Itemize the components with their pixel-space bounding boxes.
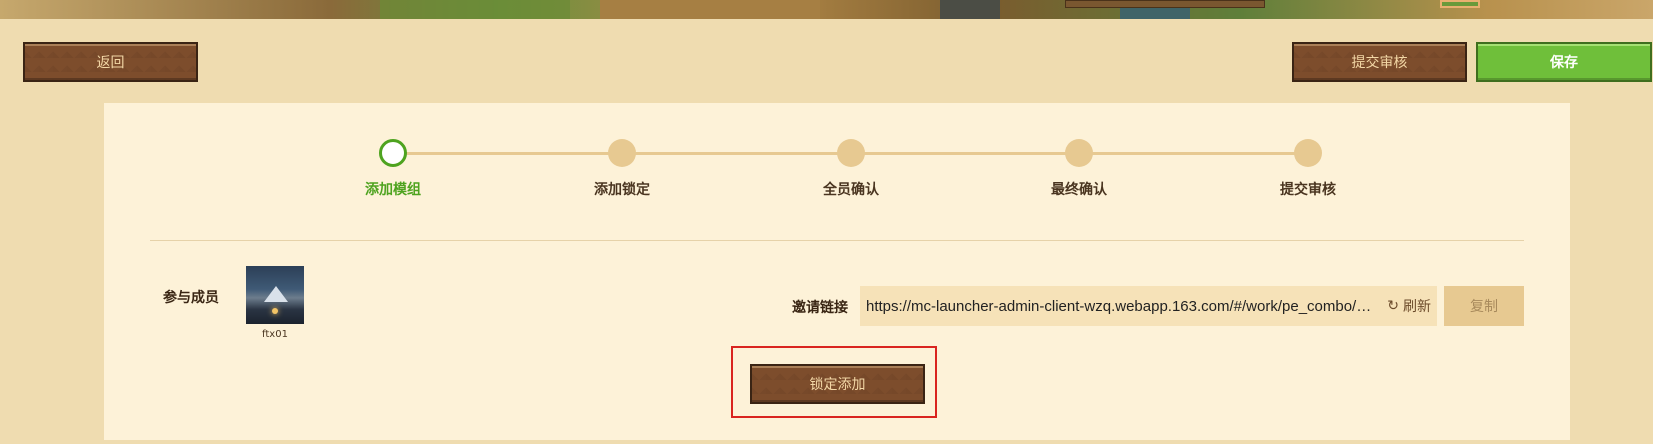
avatar — [246, 266, 304, 324]
step-add-lock[interactable]: 添加锁定 — [552, 139, 692, 199]
refresh-button[interactable]: ↻ 刷新 — [1387, 296, 1431, 316]
step-all-confirm[interactable]: 全员确认 — [781, 139, 921, 199]
refresh-label: 刷新 — [1403, 299, 1431, 315]
step-dot — [1065, 139, 1093, 167]
refresh-icon: ↻ — [1387, 298, 1399, 314]
section-divider — [150, 240, 1524, 241]
step-final-confirm[interactable]: 最终确认 — [1009, 139, 1149, 199]
invite-link-text: https://mc-launcher-admin-client-wzq.web… — [866, 297, 1380, 315]
member-item[interactable]: ftx01 — [246, 266, 304, 340]
members-label: 参与成员 — [163, 290, 219, 306]
lock-add-button[interactable]: 锁定添加 — [750, 364, 925, 404]
invite-link-field[interactable]: https://mc-launcher-admin-client-wzq.web… — [860, 286, 1437, 326]
step-label: 提交审核 — [1280, 182, 1336, 198]
back-button[interactable]: 返回 — [23, 42, 198, 82]
step-submit-review[interactable]: 提交审核 — [1238, 139, 1378, 199]
step-label: 全员确认 — [823, 182, 879, 198]
copy-button[interactable]: 复制 — [1444, 286, 1524, 326]
save-button[interactable]: 保存 — [1476, 42, 1652, 82]
step-label: 添加模组 — [365, 182, 421, 198]
step-label: 添加锁定 — [594, 182, 650, 198]
step-dot-active — [379, 139, 407, 167]
top-banner — [0, 0, 1653, 19]
step-dot — [1294, 139, 1322, 167]
step-dot — [837, 139, 865, 167]
submit-review-button[interactable]: 提交审核 — [1292, 42, 1467, 82]
step-add-mod[interactable]: 添加模组 — [323, 139, 463, 199]
step-label: 最终确认 — [1051, 182, 1107, 198]
invite-link-label: 邀请链接 — [792, 300, 848, 316]
step-dot — [608, 139, 636, 167]
member-name: ftx01 — [262, 329, 288, 340]
